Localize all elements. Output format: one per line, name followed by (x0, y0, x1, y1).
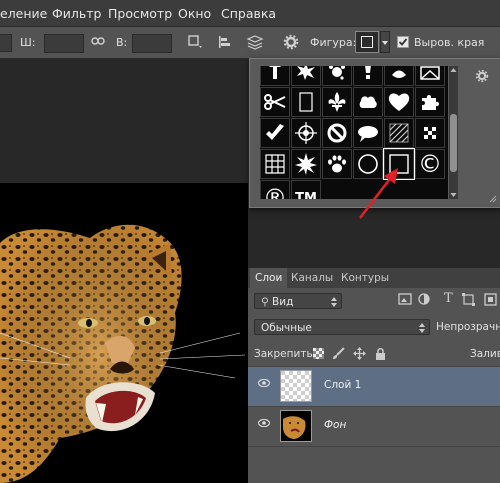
width-label: Ш: (20, 36, 36, 49)
hatched-square-shape-icon[interactable] (384, 118, 414, 148)
grid-shape-icon[interactable] (260, 149, 290, 179)
blend-mode-value: Обычные (261, 322, 312, 334)
ornament-shape-icon[interactable] (384, 66, 414, 86)
visibility-eye-icon[interactable] (258, 419, 270, 427)
splat-shape-icon[interactable] (322, 66, 352, 86)
tab-channels[interactable]: Каналы (286, 268, 338, 288)
arrow-shape-icon[interactable] (260, 66, 290, 86)
checkerboard-shape-icon[interactable] (415, 118, 445, 148)
filter-shape-icon[interactable] (462, 293, 475, 306)
leopard-image (0, 224, 246, 483)
height-label: В: (116, 36, 128, 49)
options-bar: Ш: В: Фигура: Выров. края (0, 27, 500, 59)
layer-row[interactable]: Слой 1 (248, 366, 500, 406)
annotation-arrow-icon (359, 168, 398, 219)
menu-filter[interactable]: Фильтр (52, 6, 101, 21)
lamp-shape-icon[interactable] (353, 66, 383, 86)
blend-mode-dropdown[interactable]: Обычные (254, 319, 430, 335)
updown-arrows-icon (419, 323, 425, 333)
path-alignment-icon[interactable] (217, 35, 233, 49)
layer-name[interactable]: Слой 1 (324, 379, 361, 391)
resize-grip-icon[interactable] (489, 195, 497, 203)
tab-paths[interactable]: Контуры (336, 268, 394, 288)
link-icon[interactable] (91, 36, 105, 46)
layer-thumbnail-transparent (280, 370, 312, 402)
shape-picker-button[interactable] (355, 31, 379, 53)
starburst-shape-icon[interactable] (291, 149, 321, 179)
document-canvas[interactable] (0, 183, 248, 483)
no-sign-shape-icon[interactable] (322, 118, 352, 148)
fleur-de-lis-shape-icon[interactable] (322, 87, 352, 117)
filter-pixel-icon[interactable] (398, 293, 412, 305)
checkmark-shape-icon[interactable] (260, 118, 290, 148)
lock-position-move-icon[interactable] (353, 347, 366, 360)
menu-window[interactable]: Окно (178, 6, 211, 21)
search-icon: ⚲ (261, 296, 269, 308)
target-shape-icon[interactable] (291, 118, 321, 148)
filter-type-icon[interactable]: T (444, 292, 453, 305)
filter-smart-object-icon[interactable] (484, 293, 497, 306)
copyright-shape-icon[interactable]: © (415, 149, 445, 179)
picker-gear-icon[interactable] (475, 69, 489, 83)
puzzle-bird-shape-icon[interactable] (353, 87, 383, 117)
shape-dropdown-toggle[interactable] (380, 31, 390, 53)
lock-all-icon[interactable] (375, 347, 386, 360)
registered-shape-icon[interactable]: ® (260, 180, 290, 199)
fill-label: Залив (470, 348, 500, 360)
path-operations-icon[interactable] (187, 35, 203, 49)
filter-adjustment-icon[interactable] (418, 293, 430, 305)
layer-filter-dropdown[interactable]: ⚲ Вид (254, 293, 342, 309)
blank-page-shape-icon[interactable] (291, 87, 321, 117)
mode-dropdown[interactable] (0, 34, 12, 52)
layer-filter-value: Вид (272, 296, 294, 308)
menu-bar: еление Фильтр Просмотр Окно Справка (0, 0, 500, 27)
width-input[interactable] (44, 34, 84, 53)
layer-thumbnail-leopard (280, 410, 312, 442)
lock-transparency-icon[interactable] (313, 348, 324, 359)
align-edges-label: Выров. края (414, 36, 485, 49)
envelope-shape-icon[interactable] (415, 66, 445, 86)
heart-shape-icon[interactable] (384, 87, 414, 117)
shape-picker-scrollbar[interactable] (449, 66, 458, 199)
menu-view[interactable]: Просмотр (108, 6, 172, 21)
scrollbar-thumb[interactable] (450, 114, 457, 172)
scissors-shape-icon[interactable] (260, 87, 290, 117)
menu-edit[interactable]: еление (0, 6, 47, 21)
divider (248, 446, 500, 447)
layers-panel: Слои Каналы Контуры ⚲ Вид T Обычные Непр… (248, 268, 500, 483)
align-edges-checkbox[interactable] (397, 36, 409, 48)
trademark-shape-icon[interactable]: TM (291, 180, 321, 199)
puzzle-piece-shape-icon[interactable] (415, 87, 445, 117)
lock-label: Закрепить: (254, 348, 317, 360)
scroll-down-icon[interactable] (449, 191, 458, 199)
scroll-up-icon[interactable] (449, 66, 458, 74)
menu-help[interactable]: Справка (221, 6, 276, 21)
height-input[interactable] (132, 34, 172, 53)
opacity-label: Непрозрачност (436, 321, 500, 333)
lock-pixels-brush-icon[interactable] (332, 347, 345, 360)
checkmark-icon (398, 38, 408, 46)
tab-layers[interactable]: Слои (250, 268, 288, 288)
layer-name[interactable]: Фон (324, 419, 346, 431)
square-shape-preview-icon (361, 36, 373, 48)
panel-tabs: Слои Каналы Контуры (248, 268, 500, 288)
updown-arrows-icon (331, 297, 337, 307)
layer-row[interactable]: Фон (248, 406, 500, 446)
burst-shape-icon[interactable] (291, 66, 321, 86)
speech-bubble-shape-icon[interactable] (353, 118, 383, 148)
visibility-eye-icon[interactable] (258, 379, 270, 387)
path-arrangement-icon[interactable] (246, 34, 264, 50)
shape-label: Фигура: (310, 36, 357, 49)
gear-icon[interactable] (283, 34, 299, 50)
